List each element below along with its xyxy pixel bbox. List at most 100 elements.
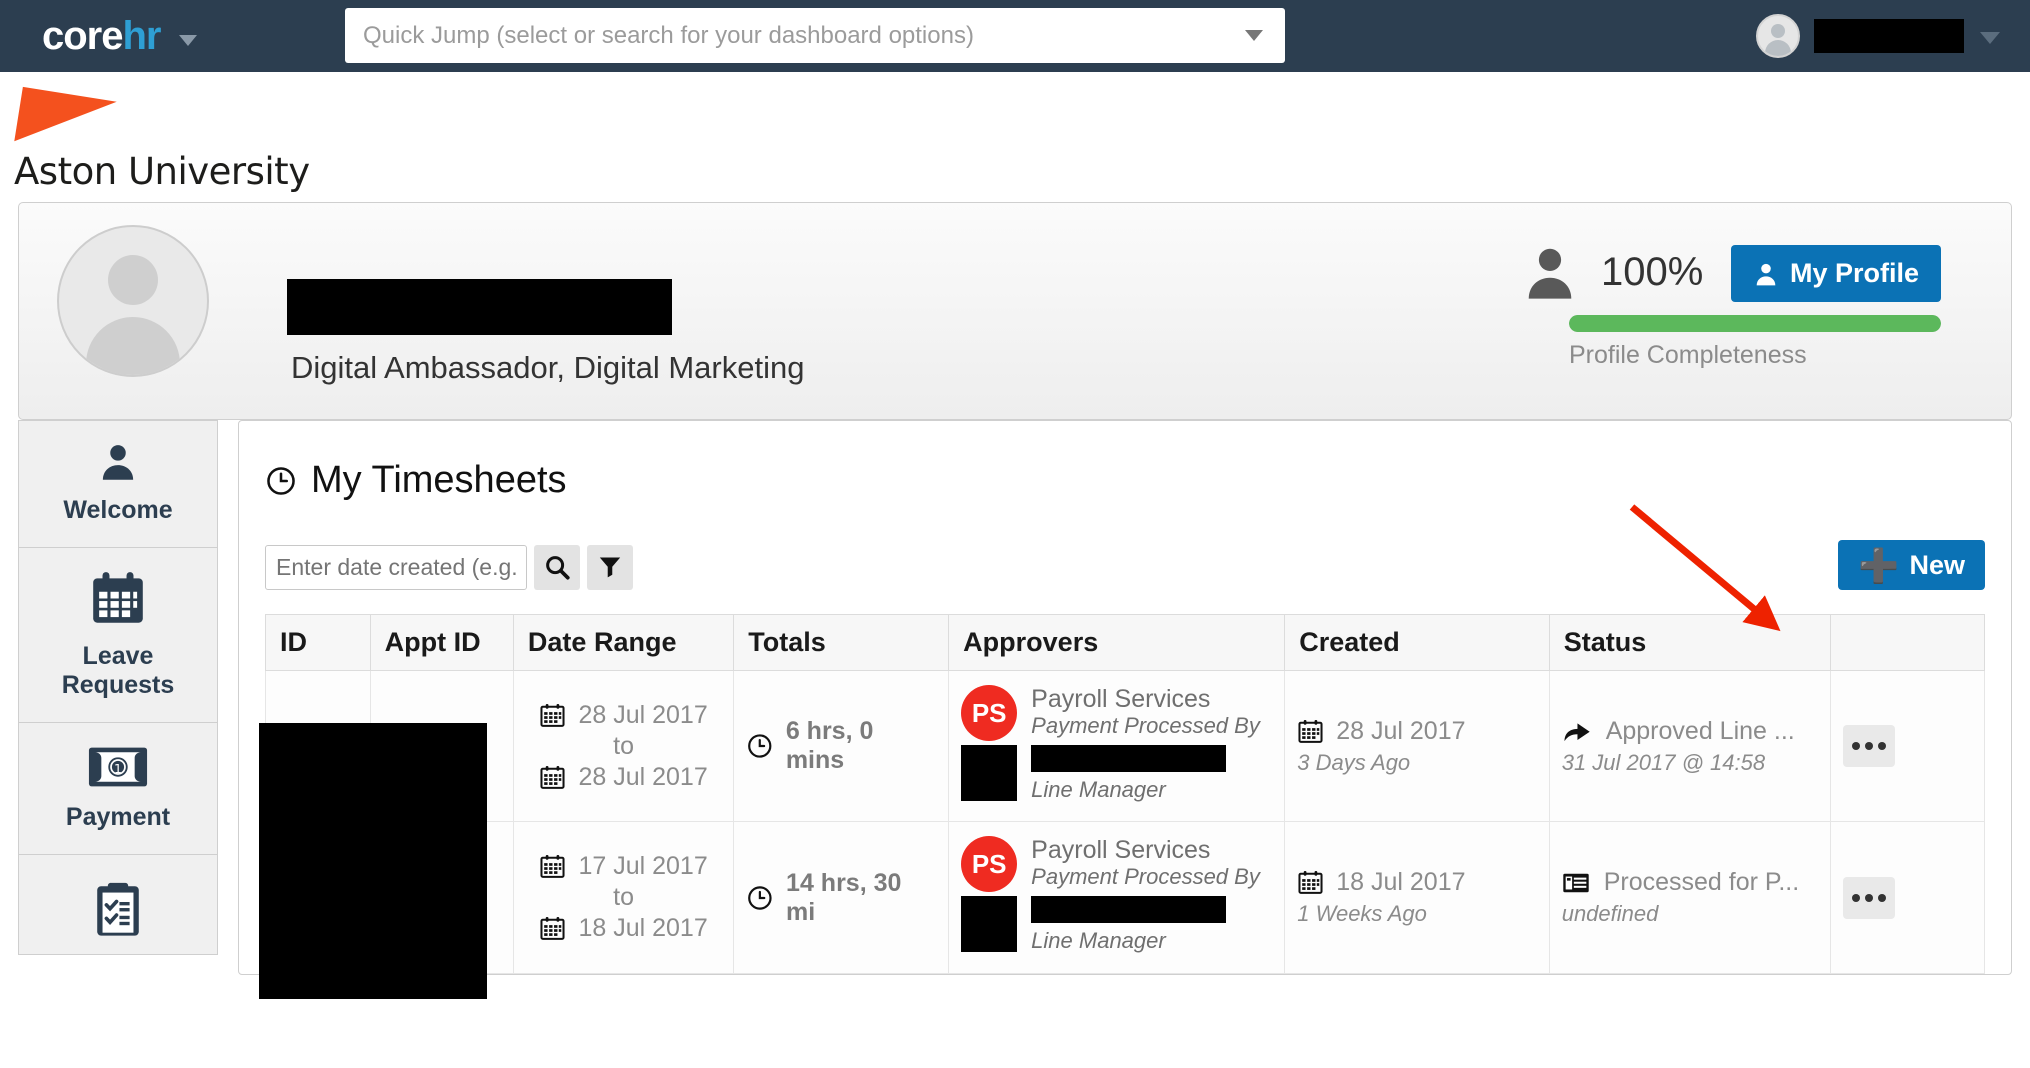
approver-name: Payroll Services bbox=[1031, 836, 1211, 865]
approver-initials-badge-redacted bbox=[961, 896, 1018, 953]
timesheets-toolbar: ➕ New bbox=[265, 540, 1985, 592]
approver-entry: PS Payroll Services Payment Processed By bbox=[961, 685, 1272, 741]
column-header-appt-id[interactable]: Appt ID bbox=[370, 614, 514, 671]
approver-entry: Line Manager bbox=[961, 745, 1272, 803]
column-header-date-range[interactable]: Date Range bbox=[513, 614, 735, 671]
calendar-icon bbox=[540, 855, 566, 878]
cell-totals: 6 hrs, 0 mins bbox=[733, 670, 950, 823]
cell-created: 18 Jul 2017 1 Weeks Ago bbox=[1284, 821, 1550, 974]
plus-icon: ➕ bbox=[1858, 546, 1900, 584]
timesheet-id-redaction bbox=[259, 723, 487, 999]
new-button[interactable]: ➕ New bbox=[1838, 540, 1985, 590]
approver-role: Payment Processed By bbox=[1031, 864, 1260, 890]
quick-jump-select[interactable]: Quick Jump (select or search for your da… bbox=[345, 8, 1285, 63]
search-input[interactable] bbox=[265, 544, 527, 590]
column-header-approvers[interactable]: Approvers bbox=[948, 614, 1286, 671]
ellipsis-icon bbox=[1877, 893, 1886, 902]
approver-initials-badge-redacted bbox=[961, 745, 1018, 801]
cell-date-to: 28 Jul 2017 bbox=[578, 762, 708, 791]
sidebar-item-leave-requests[interactable]: Leave Requests bbox=[18, 548, 218, 723]
calendar-icon bbox=[1298, 719, 1323, 743]
cell-totals-value: 6 hrs, 0 mins bbox=[785, 717, 874, 775]
corehr-logo-core: core bbox=[42, 13, 123, 58]
cell-approvers: PS Payroll Services Payment Processed By… bbox=[948, 670, 1286, 823]
clock-icon bbox=[748, 734, 772, 758]
list-icon bbox=[1562, 873, 1589, 892]
sidebar-item-payment[interactable]: 1 Payment bbox=[18, 723, 218, 855]
profile-avatar[interactable] bbox=[57, 225, 209, 377]
cell-approvers: PS Payroll Services Payment Processed By… bbox=[948, 821, 1286, 974]
table-body: 28 Jul 2017 to 28 Jul 2017 6 hrs, 0 mins… bbox=[265, 670, 1986, 974]
approver-name-redacted bbox=[1031, 896, 1227, 924]
approver-initials-badge: PS bbox=[961, 685, 1018, 741]
calendar-icon bbox=[93, 572, 143, 624]
cell-status: Approved Line ... 31 Jul 2017 @ 14:58 bbox=[1548, 670, 1831, 823]
clipboard-check-icon bbox=[97, 882, 139, 936]
column-header-totals[interactable]: Totals bbox=[733, 614, 950, 671]
chevron-down-icon[interactable] bbox=[1245, 30, 1263, 41]
cell-created-date: 28 Jul 2017 bbox=[1336, 716, 1466, 745]
user-name-redacted bbox=[1814, 19, 1964, 53]
profile-completeness-area: 100% My Profile Profile Completeness bbox=[1521, 243, 1941, 369]
organisation-name: Aston University bbox=[14, 150, 310, 193]
cell-status-sub: 31 Jul 2017 @ 14:58 bbox=[1561, 749, 1766, 775]
ellipsis-icon bbox=[1851, 893, 1860, 902]
my-profile-button[interactable]: My Profile bbox=[1730, 245, 1941, 302]
table-header-row: ID Appt ID Date Range Totals Approvers C… bbox=[265, 614, 1986, 671]
ellipsis-icon bbox=[1851, 742, 1860, 751]
organisation-logo-band: Aston University bbox=[0, 72, 2030, 202]
avatar bbox=[1756, 14, 1800, 58]
funnel-icon bbox=[599, 557, 621, 578]
table-row[interactable]: 17 Jul 2017 to 18 Jul 2017 14 hrs, 30 mi… bbox=[265, 821, 1986, 974]
filter-button[interactable] bbox=[587, 544, 633, 590]
column-header-created[interactable]: Created bbox=[1284, 614, 1550, 671]
cell-date-to: 18 Jul 2017 bbox=[578, 914, 708, 943]
column-header-id[interactable]: ID bbox=[265, 614, 371, 671]
approver-role: Line Manager bbox=[1031, 928, 1166, 954]
magnifier-icon bbox=[546, 556, 570, 580]
profile-job-title: Digital Ambassador, Digital Marketing bbox=[291, 350, 805, 385]
column-header-status[interactable]: Status bbox=[1549, 614, 1831, 671]
profile-completeness-bar-fill bbox=[1569, 315, 1941, 332]
cell-totals-value: 14 hrs, 30 mi bbox=[786, 868, 902, 926]
cell-created-ago: 3 Days Ago bbox=[1297, 749, 1411, 775]
row-actions-button[interactable] bbox=[1842, 876, 1895, 919]
chevron-down-icon[interactable] bbox=[178, 34, 197, 46]
calendar-icon bbox=[540, 917, 566, 940]
corehr-logo[interactable]: core hr bbox=[42, 14, 197, 59]
cell-date-from: 17 Jul 2017 bbox=[578, 852, 708, 881]
row-actions-button[interactable] bbox=[1842, 725, 1895, 768]
my-profile-button-label: My Profile bbox=[1789, 258, 1919, 288]
cell-created-date: 18 Jul 2017 bbox=[1336, 868, 1466, 897]
cell-actions bbox=[1829, 821, 1986, 974]
svg-text:1: 1 bbox=[114, 761, 122, 776]
sidebar-item-timesheets[interactable] bbox=[18, 855, 218, 955]
timesheets-table: ID Appt ID Date Range Totals Approvers C… bbox=[265, 614, 1986, 974]
chevron-down-icon[interactable] bbox=[1980, 32, 2000, 44]
table-header: ID Appt ID Date Range Totals Approvers C… bbox=[265, 614, 1986, 671]
approver-name-redacted bbox=[1031, 745, 1227, 772]
forward-arrow-icon bbox=[1564, 723, 1590, 742]
approver-role: Payment Processed By bbox=[1031, 713, 1260, 738]
ellipsis-icon bbox=[1864, 893, 1873, 902]
clock-icon bbox=[748, 885, 772, 910]
sidebar-navigation: Welcome Leave Requests 1 Payment bbox=[18, 420, 218, 975]
cell-created-ago: 1 Weeks Ago bbox=[1297, 901, 1427, 927]
profile-summary-card: Digital Ambassador, Digital Marketing 10… bbox=[18, 202, 2012, 420]
calendar-icon bbox=[540, 703, 566, 727]
approver-initials-badge: PS bbox=[961, 836, 1018, 893]
sidebar-item-payment-label: Payment bbox=[65, 803, 171, 832]
user-menu[interactable] bbox=[1756, 0, 2000, 72]
cell-status-sub: undefined bbox=[1561, 901, 1659, 927]
cell-date-to-label: to bbox=[613, 731, 635, 760]
profile-name-redacted bbox=[287, 279, 672, 335]
column-header-actions bbox=[1830, 614, 1986, 671]
profile-completeness-bar bbox=[1569, 315, 1941, 332]
ellipsis-icon bbox=[1877, 742, 1886, 751]
sidebar-item-welcome[interactable]: Welcome bbox=[18, 420, 218, 548]
cell-status-text: Processed for P... bbox=[1603, 868, 1800, 897]
page-title-text: My Timesheets bbox=[311, 459, 567, 501]
cell-actions bbox=[1829, 670, 1986, 823]
table-row[interactable]: 28 Jul 2017 to 28 Jul 2017 6 hrs, 0 mins… bbox=[265, 670, 1986, 823]
search-button[interactable] bbox=[534, 544, 580, 590]
